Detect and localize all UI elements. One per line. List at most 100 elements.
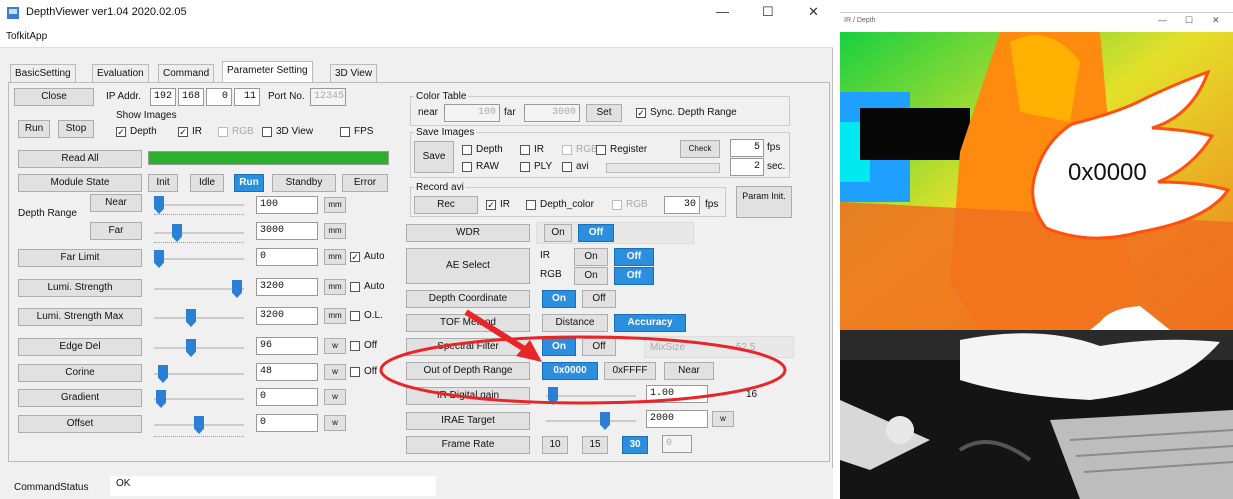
ae-rgb-on-button[interactable]: On xyxy=(574,267,608,285)
far-limit-auto-checkbox[interactable]: ✓ xyxy=(350,252,360,262)
offset-input[interactable]: 0 xyxy=(256,414,318,432)
rec-ir-checkbox[interactable]: ✓ xyxy=(486,200,496,210)
tof-method-button[interactable]: TOF Method xyxy=(406,314,530,332)
show-rgb-checkbox[interactable] xyxy=(218,127,228,137)
depth-near-button[interactable]: Near xyxy=(90,194,142,212)
show-3dview-checkbox[interactable] xyxy=(262,127,272,137)
ip-octet-3[interactable]: 0 xyxy=(206,88,232,106)
save-check-button[interactable]: Check xyxy=(680,140,720,158)
gradient-button[interactable]: Gradient xyxy=(18,389,142,407)
frame-rate-15-button[interactable]: 15 xyxy=(582,436,608,454)
state-error-button[interactable]: Error xyxy=(342,174,388,192)
rec-fps-input[interactable]: 30 xyxy=(664,196,700,214)
corine-input[interactable]: 48 xyxy=(256,363,318,381)
menu-item-tofkitapp[interactable]: TofkitApp xyxy=(6,31,47,42)
maximize-button[interactable]: ☐ xyxy=(762,4,774,20)
spectral-filter-button[interactable]: Spectral Filter xyxy=(406,338,530,356)
tof-accuracy-button[interactable]: Accuracy xyxy=(614,314,686,332)
close-connection-button[interactable]: Close xyxy=(14,88,94,106)
viewer-close-button[interactable]: ✕ xyxy=(1212,15,1220,26)
lumi-strength-max-slider-track[interactable] xyxy=(154,317,244,319)
ae-rgb-off-button[interactable]: Off xyxy=(614,267,654,285)
sync-depth-range-checkbox[interactable]: ✓ xyxy=(636,108,646,118)
color-set-button[interactable]: Set xyxy=(586,104,622,122)
save-raw-checkbox[interactable] xyxy=(462,162,472,172)
ir-gain-slider-track[interactable] xyxy=(546,395,636,397)
state-idle-button[interactable]: Idle xyxy=(190,174,224,192)
ae-ir-off-button[interactable]: Off xyxy=(614,248,654,266)
depth-coord-off-button[interactable]: Off xyxy=(582,290,616,308)
module-state-button[interactable]: Module State xyxy=(18,174,142,192)
save-ir-checkbox[interactable] xyxy=(520,145,530,155)
ae-ir-on-button[interactable]: On xyxy=(574,248,608,266)
state-standby-button[interactable]: Standby xyxy=(272,174,336,192)
tof-distance-button[interactable]: Distance xyxy=(542,314,608,332)
irae-target-slider-track[interactable] xyxy=(546,420,636,422)
ir-digital-gain-button[interactable]: IR Digital gain xyxy=(406,387,530,405)
wdr-button[interactable]: WDR xyxy=(406,224,530,242)
corine-button[interactable]: Corine xyxy=(18,364,142,382)
edge-del-input[interactable]: 96 xyxy=(256,337,318,355)
read-all-button[interactable]: Read All xyxy=(18,150,142,168)
minimize-button[interactable]: — xyxy=(716,4,729,19)
save-register-checkbox[interactable] xyxy=(596,145,606,155)
color-far-input[interactable]: 3000 xyxy=(524,104,580,122)
lumi-strength-button[interactable]: Lumi. Strength xyxy=(18,279,142,297)
rec-rgb-checkbox[interactable] xyxy=(612,200,622,210)
run-button[interactable]: Run xyxy=(18,120,50,138)
save-depth-checkbox[interactable] xyxy=(462,145,472,155)
depth-far-button[interactable]: Far xyxy=(90,222,142,240)
out-of-depth-range-button[interactable]: Out of Depth Range xyxy=(406,362,530,380)
ip-octet-1[interactable]: 192 xyxy=(150,88,176,106)
stop-button[interactable]: Stop xyxy=(58,120,94,138)
save-rgb-checkbox[interactable] xyxy=(562,145,572,155)
far-limit-input[interactable]: 0 xyxy=(256,248,318,266)
depth-near-input[interactable]: 100 xyxy=(256,196,318,214)
edge-del-button[interactable]: Edge Del xyxy=(18,338,142,356)
irae-target-button[interactable]: IRAE Target xyxy=(406,412,530,430)
frame-rate-button[interactable]: Frame Rate xyxy=(406,436,530,454)
save-ply-checkbox[interactable] xyxy=(520,162,530,172)
tab-command[interactable]: Command xyxy=(158,64,215,82)
wdr-off-button[interactable]: Off xyxy=(578,224,614,242)
lumi-strength-input[interactable]: 3200 xyxy=(256,278,318,296)
state-run-button[interactable]: Run xyxy=(234,174,264,192)
depth-far-input[interactable]: 3000 xyxy=(256,222,318,240)
lumi-strength-max-input[interactable]: 3200 xyxy=(256,307,318,325)
far-limit-button[interactable]: Far Limit xyxy=(18,249,142,267)
spectral-filter-on-button[interactable]: On xyxy=(542,338,576,356)
far-slider-track[interactable] xyxy=(154,232,244,234)
tab-3d-view[interactable]: 3D View xyxy=(330,64,378,82)
ir-gain-input[interactable]: 1.00 xyxy=(646,385,708,403)
oor-0xffff-button[interactable]: 0xFFFF xyxy=(604,362,656,380)
frame-rate-10-button[interactable]: 10 xyxy=(542,436,568,454)
lumi-strength-auto-checkbox[interactable] xyxy=(350,282,360,292)
far-limit-slider-track[interactable] xyxy=(154,258,244,260)
port-field[interactable]: 12345 xyxy=(310,88,346,106)
depth-coord-on-button[interactable]: On xyxy=(542,290,576,308)
viewer-minimize-button[interactable]: — xyxy=(1158,15,1167,25)
edge-del-slider-track[interactable] xyxy=(154,347,244,349)
irae-target-input[interactable]: 2000 xyxy=(646,410,708,428)
tab-parameter-setting[interactable]: Parameter Setting xyxy=(222,61,313,82)
ip-octet-2[interactable]: 168 xyxy=(178,88,204,106)
show-depth-checkbox[interactable]: ✓ xyxy=(116,127,126,137)
corine-off-checkbox[interactable] xyxy=(350,367,360,377)
wdr-on-button[interactable]: On xyxy=(544,224,572,242)
gradient-input[interactable]: 0 xyxy=(256,388,318,406)
edge-del-off-checkbox[interactable] xyxy=(350,341,360,351)
param-init-button[interactable]: Param Init. xyxy=(736,186,792,218)
save-sec-input[interactable]: 2 xyxy=(730,158,764,176)
show-ir-checkbox[interactable]: ✓ xyxy=(178,127,188,137)
tab-evaluation[interactable]: Evaluation xyxy=(92,64,149,82)
offset-button[interactable]: Offset xyxy=(18,415,142,433)
color-near-input[interactable]: 100 xyxy=(444,104,500,122)
state-init-button[interactable]: Init xyxy=(148,174,178,192)
save-avi-checkbox[interactable] xyxy=(562,162,572,172)
lumi-strength-slider-track[interactable] xyxy=(154,288,244,290)
close-window-button[interactable]: ✕ xyxy=(808,4,819,20)
frame-rate-30-button[interactable]: 30 xyxy=(622,436,648,454)
save-button[interactable]: Save xyxy=(414,141,454,173)
lumi-strength-max-button[interactable]: Lumi. Strength Max xyxy=(18,308,142,326)
oor-near-button[interactable]: Near xyxy=(664,362,714,380)
